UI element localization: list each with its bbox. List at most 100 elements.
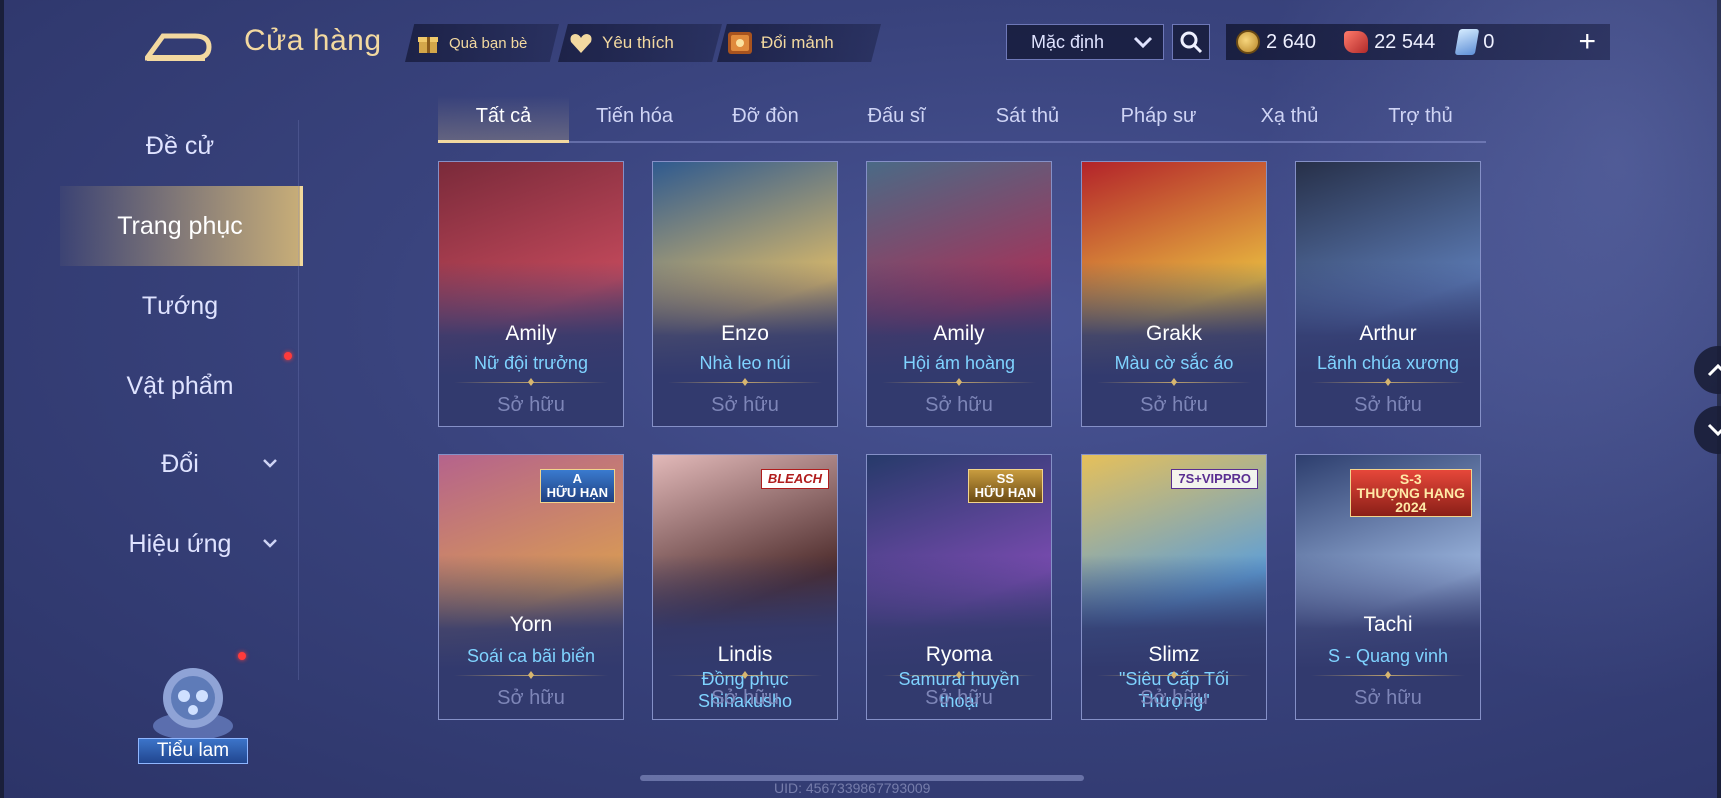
card-divider [668, 675, 822, 676]
sidebar-item-label: Hiệu ứng [128, 529, 232, 558]
notification-dot [284, 352, 292, 360]
add-currency-button[interactable]: + [1578, 27, 1596, 57]
ruby-balance: 22 544 [1344, 31, 1435, 54]
hero-name: Yorn [509, 613, 553, 636]
skin-card[interactable]: Amily Nữ đội trưởng Sở hữu [438, 161, 624, 427]
gold-amount: 2 640 [1266, 30, 1317, 53]
currency-bar: 2 640 22 544 0 + [1226, 24, 1610, 60]
chevron-up-icon [1707, 363, 1721, 377]
tab-assassin[interactable]: Sát thủ [962, 96, 1093, 141]
skin-name: Nữ đội trưởng [474, 353, 588, 373]
favorites-button[interactable]: Yêu thích [558, 24, 722, 62]
back-button[interactable] [142, 22, 215, 62]
frame-edge-left [0, 0, 4, 798]
sidebar-item-label: Trang phục [117, 211, 243, 240]
skin-card[interactable]: Arthur Lãnh chúa xương Sở hữu [1295, 161, 1481, 427]
card-divider [454, 382, 608, 383]
card-divider [882, 675, 1036, 676]
hero-name: Arthur [1359, 322, 1417, 345]
skin-card[interactable]: A HỮU HẠN Yorn Soái ca bãi biển Sở hữu [438, 454, 624, 720]
sidebar-item-heroes[interactable]: Tướng [60, 276, 300, 336]
skin-card[interactable]: SS HỮU HẠN Ryoma Samurai huyền thoại Sở hữu [866, 454, 1052, 720]
owned-status: Sở hữu [1140, 394, 1208, 416]
owned-status: Sở hữu [1354, 687, 1422, 709]
hero-name: Amily [505, 322, 557, 345]
tab-all[interactable]: Tất cả [438, 96, 569, 143]
tab-evolution[interactable]: Tiến hóa [569, 96, 700, 141]
category-tabs: Tất cả Tiến hóa Đỡ đòn Đấu sĩ Sát thủ Ph… [438, 96, 1486, 143]
tab-support[interactable]: Trợ thủ [1355, 96, 1486, 141]
card-divider [1311, 382, 1465, 383]
owned-status: Sở hữu [1140, 687, 1208, 709]
back-arrow-icon [142, 33, 212, 61]
sidebar-item-effects[interactable]: Hiệu ứng [60, 514, 300, 574]
sidebar-item-items[interactable]: Vật phẩm [60, 356, 300, 416]
ruby-amount: 22 544 [1374, 30, 1436, 53]
chevron-down-icon [262, 455, 278, 473]
sidebar-item-skins[interactable]: Trang phục [60, 186, 303, 266]
skin-tier-badge: BLEACH [760, 469, 829, 489]
skin-tier-badge: 7S+VIPPRO [1171, 469, 1258, 489]
sort-selected-value: Mặc định [1031, 31, 1105, 52]
sidebar-divider [298, 120, 299, 680]
voucher-amount: 0 [1483, 30, 1495, 53]
card-divider [1311, 675, 1465, 676]
hero-name: Lindis [717, 643, 773, 666]
card-divider [454, 675, 608, 676]
sidebar-item-exchange[interactable]: Đổi [60, 434, 300, 494]
hero-name: Grakk [1145, 322, 1202, 345]
owned-status: Sở hữu [925, 687, 993, 709]
pet-widget[interactable]: Tiểu lam [138, 656, 248, 766]
sidebar-item-label: Vật phẩm [126, 371, 234, 400]
skin-card[interactable]: 7S+VIPPRO Slimz "Siêu Cấp Tối Thượng" Sở hữu [1081, 454, 1267, 720]
owned-status: Sở hữu [497, 394, 565, 416]
skin-name: S - Quang vinh [1327, 646, 1449, 666]
tab-marksman[interactable]: Xạ thủ [1224, 96, 1355, 141]
skin-card[interactable]: Grakk Màu cờ sắc áo Sở hữu [1081, 161, 1267, 427]
skin-card[interactable]: BLEACH Lindis Đồng phục Shihakusho Sở hữu [652, 454, 838, 720]
sidebar-item-label: Đổi [161, 449, 199, 478]
skin-card[interactable]: S-3 THƯỢNG HẠNG 2024 Tachi S - Quang vinh S… [1295, 454, 1481, 720]
search-icon [1180, 31, 1203, 54]
user-id: UID: 4567339867793009 [774, 780, 931, 796]
shard-exchange-button[interactable]: Đổi mảnh [717, 24, 881, 62]
owned-status: Sở hữu [497, 687, 565, 709]
voucher-balance: 0 [1454, 29, 1495, 55]
chevron-down-icon [262, 535, 278, 553]
skin-tier-badge: SS HỮU HẠN [967, 469, 1043, 503]
chevron-down-icon [1707, 423, 1721, 437]
tab-fighter[interactable]: Đấu sĩ [831, 96, 962, 141]
card-divider [882, 382, 1036, 383]
owned-status: Sở hữu [711, 394, 779, 416]
hero-name: Amily [933, 322, 985, 345]
favorites-label: Yêu thích [602, 33, 674, 52]
friend-gift-button[interactable]: Quà bạn bè [405, 24, 559, 62]
page-title: Cửa hàng [244, 24, 382, 57]
search-button[interactable] [1172, 24, 1210, 60]
voucher-icon [1454, 29, 1480, 55]
pet-label: Tiểu lam [138, 738, 248, 764]
skin-name: Lãnh chúa xương [1317, 353, 1459, 373]
owned-status: Sở hữu [711, 687, 779, 709]
sidebar-item-label: Tướng [141, 291, 219, 320]
hero-name: Enzo [721, 322, 769, 345]
ruby-icon [1344, 31, 1369, 53]
sidebar-item-featured[interactable]: Đề cử [60, 116, 300, 176]
sort-dropdown[interactable]: Mặc định [1006, 24, 1164, 60]
tab-mage[interactable]: Pháp sư [1093, 96, 1224, 141]
heart-icon [568, 30, 594, 56]
skin-tier-badge: A HỮU HẠN [539, 469, 615, 503]
tab-tank[interactable]: Đỡ đòn [700, 96, 831, 141]
hero-name: Tachi [1363, 613, 1413, 636]
skin-card[interactable]: Amily Hội ám hoàng Sở hữu [866, 161, 1052, 427]
hero-name: Ryoma [925, 643, 993, 666]
gold-balance: 2 640 [1236, 30, 1316, 54]
card-divider [1097, 675, 1251, 676]
sidebar-item-label: Đề cử [145, 131, 215, 160]
skin-card[interactable]: Enzo Nhà leo núi Sở hữu [652, 161, 838, 427]
card-divider [668, 382, 822, 383]
skin-tier-badge: S-3 THƯỢNG HẠNG 2024 [1349, 469, 1472, 517]
card-divider [1097, 382, 1251, 383]
chevron-down-icon [1133, 32, 1153, 53]
shard-chest-icon [727, 30, 753, 56]
